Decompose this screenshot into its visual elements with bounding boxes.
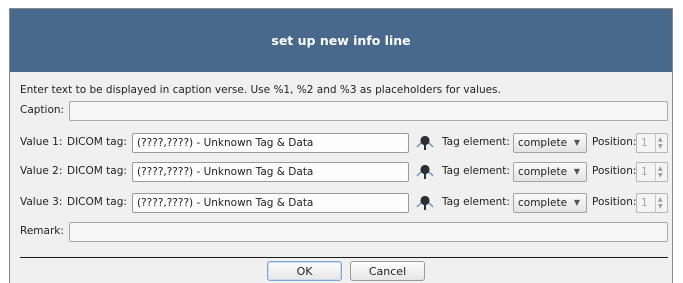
value-2-position-spinbox[interactable]: 1 ▲ ▼	[636, 162, 668, 182]
chevron-down-icon: ▼	[573, 138, 580, 147]
chevron-down-icon: ▼	[573, 167, 580, 176]
value-1-position-label: Position:	[592, 136, 637, 148]
value-2-dicom-tag-input[interactable]: (????,????) - Unknown Tag & Data	[132, 162, 409, 182]
dialog-titlebar: set up new info line	[10, 9, 672, 72]
value-3-position-value: 1	[641, 197, 648, 209]
chevron-down-icon: ▼	[573, 198, 580, 207]
value-1-position-value: 1	[641, 137, 648, 149]
caption-row: Caption:	[20, 101, 668, 121]
dialog-window: set up new info line Enter text to be di…	[9, 8, 673, 283]
dialog-title: set up new info line	[271, 33, 411, 48]
value-1-tag-element-label: Tag element:	[442, 136, 510, 148]
value-2-tag-element-label: Tag element:	[442, 165, 510, 177]
value-1-label: Value 1:	[20, 136, 63, 148]
spin-buttons: ▲ ▼	[655, 194, 667, 212]
remark-input[interactable]	[69, 222, 668, 242]
value-2-position-value: 1	[641, 166, 648, 178]
arrow-down-icon[interactable]: ▼	[658, 204, 663, 210]
ok-button[interactable]: OK	[267, 261, 342, 281]
instruction-text: Enter text to be displayed in caption ve…	[20, 84, 501, 96]
remark-row: Remark:	[20, 222, 668, 242]
value-1-row: Value 1: DICOM tag: (????,????) - Unknow…	[20, 133, 668, 153]
value-1-position-spinbox[interactable]: 1 ▲ ▼	[636, 133, 668, 153]
caption-input[interactable]	[69, 101, 668, 121]
button-separator	[20, 257, 668, 258]
arrow-down-icon[interactable]: ▼	[658, 173, 663, 179]
eyedropper-icon[interactable]	[415, 194, 435, 212]
value-2-dicom-label: DICOM tag:	[67, 165, 127, 177]
value-1-tag-element-value: complete	[518, 137, 568, 149]
value-1-dicom-label: DICOM tag:	[67, 136, 127, 148]
value-2-label: Value 2:	[20, 165, 63, 177]
value-3-label: Value 3:	[20, 196, 63, 208]
value-3-tag-element-label: Tag element:	[442, 196, 510, 208]
spin-buttons: ▲ ▼	[655, 163, 667, 181]
value-2-row: Value 2: DICOM tag: (????,????) - Unknow…	[20, 162, 668, 182]
eyedropper-icon[interactable]	[415, 163, 435, 181]
eyedropper-icon[interactable]	[415, 134, 435, 152]
remark-label: Remark:	[20, 225, 64, 237]
arrow-down-icon[interactable]: ▼	[658, 144, 663, 150]
spin-buttons: ▲ ▼	[655, 134, 667, 152]
value-3-dicom-tag-input[interactable]: (????,????) - Unknown Tag & Data	[132, 193, 409, 213]
value-2-tag-element-value: complete	[518, 166, 568, 178]
value-3-tag-element-select[interactable]: complete ▼	[513, 193, 587, 213]
value-2-tag-element-select[interactable]: complete ▼	[513, 162, 587, 182]
caption-label: Caption:	[20, 104, 65, 116]
value-3-position-spinbox[interactable]: 1 ▲ ▼	[636, 193, 668, 213]
cancel-button[interactable]: Cancel	[350, 261, 425, 281]
value-3-position-label: Position:	[592, 196, 637, 208]
value-3-tag-element-value: complete	[518, 197, 568, 209]
value-3-dicom-label: DICOM tag:	[67, 196, 127, 208]
value-3-row: Value 3: DICOM tag: (????,????) - Unknow…	[20, 193, 668, 213]
value-1-dicom-tag-input[interactable]: (????,????) - Unknown Tag & Data	[132, 133, 409, 153]
value-1-tag-element-select[interactable]: complete ▼	[513, 133, 587, 153]
value-2-position-label: Position:	[592, 165, 637, 177]
